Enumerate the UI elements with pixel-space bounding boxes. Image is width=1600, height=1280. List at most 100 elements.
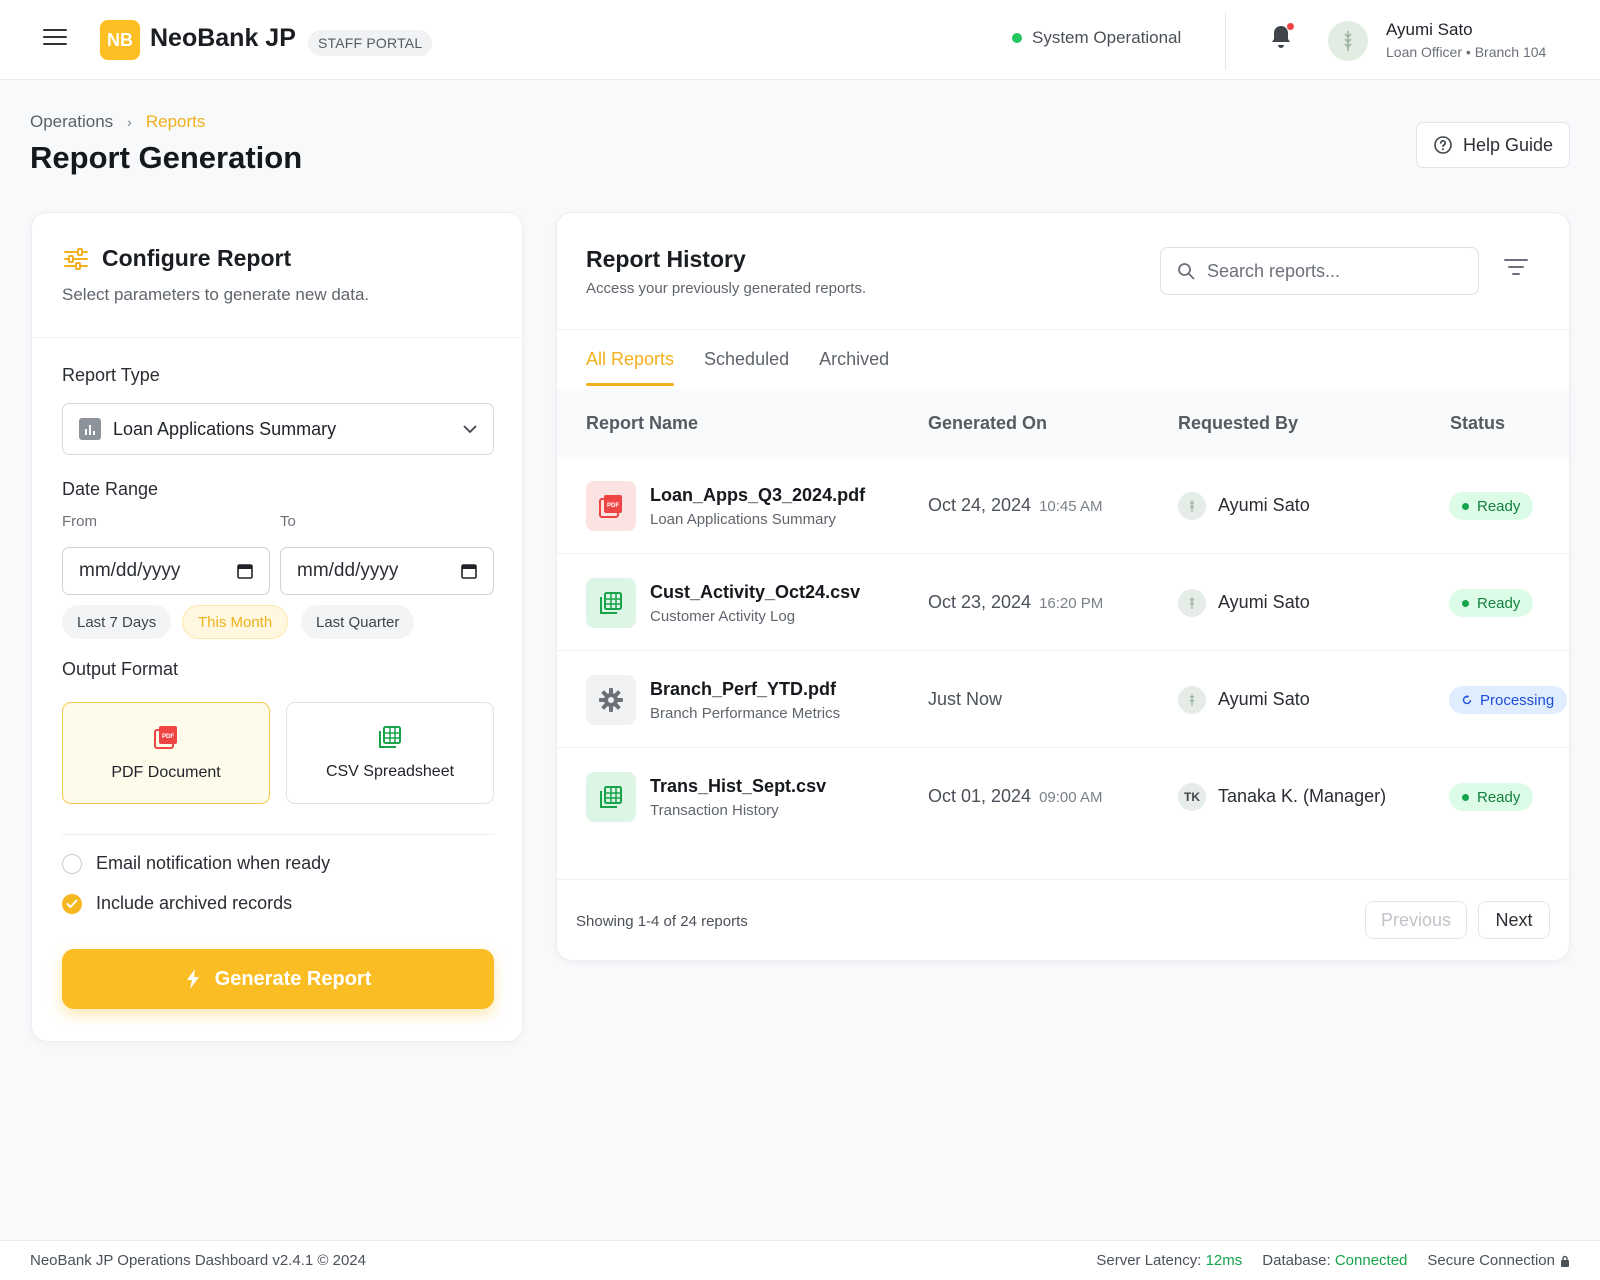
secure-connection: Secure Connection — [1427, 1252, 1570, 1269]
table-row[interactable]: PDF Loan_Apps_Q3_2024.pdf Loan Applicati… — [557, 457, 1569, 554]
generated-date: Oct 01, 2024 09:00 AM — [928, 786, 1103, 806]
generate-report-button[interactable]: Generate Report — [62, 949, 494, 1009]
user-avatar[interactable] — [1328, 21, 1368, 61]
generated-date: Just Now — [928, 689, 1003, 709]
report-history-subtitle: Access your previously generated reports… — [586, 280, 867, 297]
to-date-input[interactable]: mm/dd/yyyy — [280, 547, 494, 595]
refresh-icon — [1462, 695, 1472, 705]
footer-status: Server Latency: 12ms Database: Connected… — [1096, 1252, 1570, 1269]
preset-last-7-days[interactable]: Last 7 Days — [62, 605, 172, 639]
search-box[interactable] — [1160, 247, 1479, 295]
spreadsheet-icon — [379, 726, 401, 748]
column-requested-by[interactable]: Requested By — [1178, 413, 1298, 434]
date-range-label: Date Range — [62, 479, 159, 499]
history-tabs: All Reports Scheduled Archived — [586, 349, 889, 386]
include-archived-option[interactable]: Include archived records — [62, 893, 292, 914]
generated-date: Oct 23, 2024 16:20 PM — [928, 592, 1104, 612]
report-type-select[interactable]: Loan Applications Summary — [62, 403, 494, 455]
report-file-name[interactable]: Loan_Apps_Q3_2024.pdf — [650, 485, 865, 506]
next-page-button[interactable]: Next — [1478, 901, 1550, 939]
report-description: Branch Performance Metrics — [650, 705, 841, 722]
configure-header: Configure Report Select parameters to ge… — [32, 213, 522, 338]
report-file-name[interactable]: Cust_Activity_Oct24.csv — [650, 582, 860, 603]
configure-report-card: Configure Report Select parameters to ge… — [31, 212, 523, 1042]
header-divider — [1225, 12, 1226, 70]
calendar-icon — [461, 564, 477, 579]
tab-scheduled[interactable]: Scheduled — [704, 349, 789, 386]
configure-title: Configure Report — [102, 245, 292, 271]
lock-icon — [1561, 1255, 1569, 1267]
email-notification-option[interactable]: Email notification when ready — [62, 853, 330, 874]
user-name: Ayumi Sato — [1386, 20, 1473, 39]
format-csv-option[interactable]: CSV Spreadsheet — [286, 702, 494, 804]
column-report-name[interactable]: Report Name — [586, 413, 698, 434]
column-generated-on[interactable]: Generated On — [928, 413, 1047, 434]
table-row[interactable]: Cust_Activity_Oct24.csv Customer Activit… — [557, 554, 1569, 651]
report-file-name[interactable]: Trans_Hist_Sept.csv — [650, 776, 826, 797]
footer-version: NeoBank JP Operations Dashboard v2.4.1 ©… — [30, 1252, 366, 1269]
email-notification-radio[interactable] — [62, 853, 82, 874]
table-row[interactable]: Branch_Perf_YTD.pdf Branch Performance M… — [557, 651, 1569, 748]
format-pdf-option[interactable]: PDF PDF Document — [62, 702, 270, 804]
sliders-icon — [64, 248, 88, 270]
from-date-value: mm/dd/yyyy — [79, 560, 181, 581]
requester-avatar — [1178, 686, 1206, 714]
report-file-name[interactable]: Branch_Perf_YTD.pdf — [650, 679, 836, 700]
help-guide-button[interactable]: Help Guide — [1416, 122, 1570, 168]
table-row[interactable]: Trans_Hist_Sept.csv Transaction History … — [557, 748, 1569, 845]
to-date-value: mm/dd/yyyy — [297, 560, 399, 581]
preset-last-quarter[interactable]: Last Quarter — [301, 605, 415, 639]
requester-name: Tanaka K. (Manager) — [1218, 786, 1387, 806]
search-icon — [1178, 263, 1195, 280]
preset-this-month[interactable]: This Month — [182, 605, 289, 639]
bar-chart-icon — [79, 418, 101, 440]
report-history-card: Report History Access your previously ge… — [556, 212, 1570, 961]
report-description: Transaction History — [650, 802, 779, 819]
format-pdf-label: PDF Document — [111, 764, 221, 781]
svg-text:PDF: PDF — [162, 734, 174, 740]
search-input[interactable] — [1207, 260, 1447, 282]
status-badge: Ready — [1449, 492, 1534, 520]
to-label: To — [280, 513, 296, 530]
requester-avatar — [1178, 492, 1206, 520]
requester-name: Ayumi Sato — [1218, 592, 1310, 612]
tab-all-reports[interactable]: All Reports — [586, 349, 675, 386]
pdf-icon: PDF — [154, 726, 177, 749]
generated-time: 10:45 AM — [1039, 498, 1103, 515]
history-divider — [557, 329, 1569, 330]
notification-bell-icon[interactable] — [1269, 22, 1295, 50]
user-role: Loan Officer • Branch 104 — [1386, 44, 1547, 60]
system-status: System Operational — [1012, 28, 1181, 48]
tab-archived[interactable]: Archived — [819, 349, 889, 386]
column-status[interactable]: Status — [1450, 413, 1505, 434]
breadcrumb-reports[interactable]: Reports — [146, 112, 206, 132]
breadcrumb-operations[interactable]: Operations — [30, 112, 113, 132]
calendar-icon — [237, 564, 253, 579]
requester-avatar: TK — [1178, 783, 1206, 811]
spreadsheet-icon — [586, 772, 636, 822]
report-type-label: Report Type — [62, 365, 160, 385]
configure-subtitle: Select parameters to generate new data. — [62, 285, 370, 304]
requester-avatar — [1178, 589, 1206, 617]
filter-icon[interactable] — [1503, 257, 1529, 277]
previous-page-button[interactable]: Previous — [1365, 901, 1467, 939]
top-header: NB NeoBank JP STAFF PORTAL System Operat… — [0, 0, 1600, 80]
output-format-label: Output Format — [62, 659, 179, 679]
from-date-input[interactable]: mm/dd/yyyy — [62, 547, 270, 595]
check-icon[interactable] — [62, 893, 82, 914]
generate-report-label: Generate Report — [214, 967, 372, 990]
generated-time: 16:20 PM — [1039, 595, 1104, 612]
status-badge: Ready — [1449, 589, 1534, 617]
email-notification-label: Email notification when ready — [96, 853, 331, 873]
chevron-down-icon — [463, 424, 477, 433]
report-description: Loan Applications Summary — [650, 511, 836, 528]
spreadsheet-icon — [586, 578, 636, 628]
portal-label: STAFF PORTAL — [308, 30, 433, 56]
format-csv-label: CSV Spreadsheet — [325, 763, 455, 780]
pagination-summary: Showing 1-4 of 24 reports — [576, 913, 748, 930]
server-latency: Server Latency: 12ms — [1096, 1252, 1243, 1269]
include-archived-label: Include archived records — [96, 893, 293, 913]
report-description: Customer Activity Log — [650, 608, 796, 625]
menu-icon[interactable] — [43, 27, 67, 47]
notification-dot — [1286, 22, 1295, 31]
